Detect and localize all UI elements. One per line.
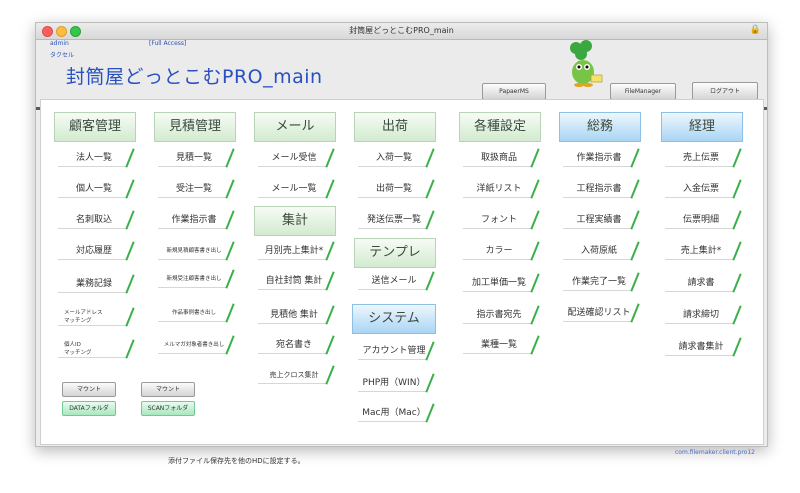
menu-process-instructions[interactable]: 工程指示書 xyxy=(559,178,639,200)
file-manager-button[interactable]: FileManager xyxy=(610,83,676,100)
lock-icon: 🔒 xyxy=(749,25,761,35)
menu-payment-slip[interactable]: 入金伝票 xyxy=(661,178,741,200)
menu-individual-list[interactable]: 個人一覧 xyxy=(54,178,134,200)
menu-order-list[interactable]: 受注一覧 xyxy=(154,178,234,200)
menu-mail-list[interactable]: メール一覧 xyxy=(254,178,334,200)
menu-account-management[interactable]: アカウント管理 xyxy=(354,340,434,362)
scan-folder-button[interactable]: SCANフォルダ xyxy=(141,401,195,416)
menu-individual-id-matching[interactable]: 個人ID マッチング xyxy=(54,338,134,360)
menu-export-case-studies[interactable]: 作品事例書き出し xyxy=(154,302,234,324)
menu-invoice-summary[interactable]: 請求書集計 xyxy=(661,336,741,358)
menu-fonts[interactable]: フォント xyxy=(459,209,539,231)
menu-sales-slip[interactable]: 売上伝票 xyxy=(661,147,741,169)
category-template[interactable]: テンプレ xyxy=(354,238,436,268)
menu-business-card-import[interactable]: 名刺取込 xyxy=(54,209,134,231)
menu-work-log[interactable]: 業務記録 xyxy=(54,273,134,295)
window-title: 封筒屋どっとこむPRO_main xyxy=(349,26,454,35)
menu-processing-price-list[interactable]: 加工単価一覧 xyxy=(459,272,539,294)
mount-button-2[interactable]: マウント xyxy=(141,382,195,397)
menu-mail-receive[interactable]: メール受信 xyxy=(254,147,334,169)
title-bar: 封筒屋どっとこむPRO_main 🔒 xyxy=(36,23,767,40)
menu-general-work-order[interactable]: 作業指示書 xyxy=(559,147,639,169)
staff-name: タクセル xyxy=(50,52,75,59)
menu-monthly-sales-summary[interactable]: 月別売上集計* xyxy=(254,240,334,262)
mount-button-1[interactable]: マウント xyxy=(62,382,116,397)
menu-php-win[interactable]: PHP用（WIN） xyxy=(354,372,434,394)
category-customer[interactable]: 顧客管理 xyxy=(54,112,136,142)
menu-products[interactable]: 取扱商品 xyxy=(459,147,539,169)
menu-mac[interactable]: Mac用（Mac） xyxy=(354,402,434,424)
main-menu-panel: 顧客管理 法人一覧 個人一覧 名刺取込 対応履歴 業務記録 メールアドレス マッチ… xyxy=(40,99,764,465)
data-folder-button[interactable]: DATAフォルダ xyxy=(62,401,116,416)
menu-work-complete-list[interactable]: 作業完了一覧 xyxy=(559,271,639,293)
app-title: 封筒屋どっとこむPRO_main xyxy=(66,66,323,88)
menu-estimate-other-summary[interactable]: 見積他 集計 xyxy=(254,304,334,326)
category-settings[interactable]: 各種設定 xyxy=(459,112,541,142)
menu-sales-cross-summary[interactable]: 売上クロス集計 xyxy=(254,364,334,386)
menu-shipping-list[interactable]: 出荷一覧 xyxy=(354,178,434,200)
menu-send-mail[interactable]: 送信メール xyxy=(354,270,434,292)
menu-arrival-base-paper[interactable]: 入荷原紙 xyxy=(559,240,639,262)
menu-invoice[interactable]: 請求書 xyxy=(661,272,741,294)
menu-address-writing[interactable]: 宛名書き xyxy=(254,334,334,356)
menu-delivery-check-list[interactable]: 配送確認リスト xyxy=(559,302,639,324)
clover-mascot-icon xyxy=(570,40,603,87)
app-window: 封筒屋どっとこむPRO_main 🔒 admin [Full Access] タ… xyxy=(35,22,768,465)
menu-process-results[interactable]: 工程実績書 xyxy=(559,209,639,231)
menu-shipping-slip-list[interactable]: 発送伝票一覧 xyxy=(354,209,434,231)
menu-industry-list[interactable]: 業種一覧 xyxy=(459,334,539,356)
menu-colors[interactable]: カラー xyxy=(459,240,539,262)
menu-slip-details[interactable]: 伝票明細 xyxy=(661,209,741,231)
category-system[interactable]: システム xyxy=(352,304,436,334)
menu-paper-list[interactable]: 洋紙リスト xyxy=(459,178,539,200)
menu-work-order[interactable]: 作業指示書 xyxy=(154,209,234,231)
menu-billing-closing[interactable]: 請求締切 xyxy=(661,304,741,326)
menu-corporate-list[interactable]: 法人一覧 xyxy=(54,147,134,169)
category-shipping[interactable]: 出荷 xyxy=(354,112,436,142)
menu-estimate-list[interactable]: 見積一覧 xyxy=(154,147,234,169)
category-accounting[interactable]: 経理 xyxy=(661,112,743,142)
menu-export-new-estimate-customers[interactable]: 新規見積顧客書き出し xyxy=(154,240,234,262)
menu-own-envelope-summary[interactable]: 自社封筒 集計 xyxy=(254,270,334,292)
access-level: [Full Access] xyxy=(149,40,187,47)
category-estimate[interactable]: 見積管理 xyxy=(154,112,236,142)
category-mail[interactable]: メール xyxy=(254,112,336,142)
storage-note: 添付ファイル保存先を他のHDに設定する。 xyxy=(168,457,305,465)
category-general-affairs[interactable]: 総務 xyxy=(559,112,641,142)
category-summary[interactable]: 集計 xyxy=(254,206,336,236)
version-label: com.filemaker.client.pro12 xyxy=(675,449,755,456)
menu-arrival-list[interactable]: 入荷一覧 xyxy=(354,147,434,169)
menu-instruction-recipients[interactable]: 指示書宛先 xyxy=(459,304,539,326)
menu-export-newsletter-targets[interactable]: メルマガ対象者書き出し xyxy=(154,334,234,356)
user-name: admin xyxy=(50,40,69,47)
menu-export-new-order-customers[interactable]: 新規受注顧客書き出し xyxy=(154,268,234,290)
menu-sales-summary[interactable]: 売上集計* xyxy=(661,240,741,262)
menu-correspondence-history[interactable]: 対応履歴 xyxy=(54,240,134,262)
menu-email-matching[interactable]: メールアドレス マッチング xyxy=(54,306,134,328)
papaer-ms-button[interactable]: PapaerMS xyxy=(482,83,546,100)
